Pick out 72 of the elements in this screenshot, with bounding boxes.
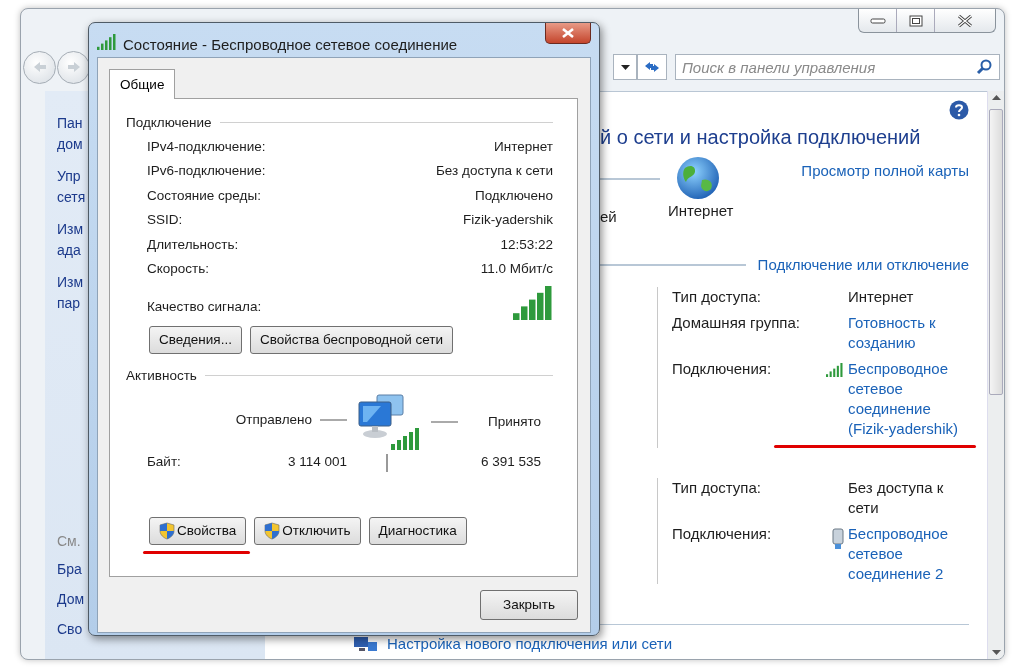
group-heading: Активность: [126, 366, 197, 385]
received-label: Принято: [487, 412, 541, 431]
field-value: Fizik-yadershik: [462, 211, 553, 230]
internet-label: Интернет: [668, 201, 734, 221]
close-icon: [560, 27, 576, 39]
field-label: Качество сигнала:: [147, 298, 262, 317]
dialog-button[interactable]: Диагностика: [368, 516, 467, 545]
field-label: Длительность:: [147, 235, 239, 254]
forward-button[interactable]: [57, 50, 90, 84]
field-label: Подключения:: [672, 523, 773, 544]
tab[interactable]: Общие: [109, 68, 176, 99]
help-icon[interactable]: [949, 100, 969, 120]
field-label: IPv6-подключение:: [147, 162, 266, 181]
back-icon: [32, 61, 47, 73]
see-also-heading: См.: [57, 532, 82, 551]
field-label: Состояние среды:: [147, 186, 261, 205]
signal-icon: [97, 34, 117, 50]
refresh-icon: [643, 60, 661, 74]
field-value: Подключено: [474, 186, 553, 205]
connector-line: [320, 419, 347, 421]
connection-link[interactable]: Беспроводное сетевое соединение 2: [848, 523, 972, 584]
bytes-sent-value: 3 114 001: [287, 453, 347, 471]
network-label: ей: [600, 206, 618, 227]
close-icon: [957, 13, 973, 28]
close-button[interactable]: [545, 23, 591, 44]
map-line: [600, 178, 660, 180]
homegroup-link[interactable]: Готовность к созданию: [848, 312, 972, 353]
setup-link[interactable]: Настройка нового подключения или сети: [387, 632, 673, 655]
field-value: 11.0 Мбит/с: [480, 260, 553, 279]
sent-label: Отправлено: [235, 410, 312, 429]
dialog-button[interactable]: Свойства беспроводной сети: [249, 325, 454, 354]
field-label: Домашняя группа:: [672, 312, 801, 333]
bytes-label: Байт:: [147, 453, 181, 471]
scrollbar[interactable]: [987, 91, 1004, 659]
field-label: IPv4-подключение:: [147, 137, 266, 156]
field-value: Интернет: [848, 286, 914, 307]
dialog-title: Состояние - Беспроводное сетевое соединение: [123, 35, 458, 55]
divider-mark: [386, 454, 388, 472]
search-icon: [976, 59, 992, 75]
computer-icon: [355, 392, 419, 452]
signal-icon: [513, 285, 553, 320]
connect-link[interactable]: Подключение или отключение: [757, 254, 969, 277]
field-label: Скорость:: [147, 260, 210, 279]
field-value: 12:53:22: [500, 235, 553, 254]
maximize-icon: [908, 14, 923, 27]
field-label: SSID:: [147, 211, 183, 230]
connection-link[interactable]: Беспроводное сетевое соединение (Fizik-yadershik): [848, 358, 972, 439]
dropdown-button[interactable]: [613, 54, 637, 80]
search-field[interactable]: Поиск в панели управления: [675, 54, 1000, 80]
refresh-button[interactable]: [637, 54, 667, 80]
field-value: Без доступа к сети: [436, 162, 553, 181]
field-value: Без доступа к сети: [848, 477, 945, 518]
globe-icon: [676, 156, 720, 200]
connector-line: [431, 421, 458, 423]
field-value: Интернет: [494, 137, 553, 156]
signal-icon: [826, 362, 844, 377]
adapter-icon: [832, 527, 844, 550]
dialog-button[interactable]: Сведения...: [149, 325, 242, 354]
page-heading: й о сети и настройка подключений: [600, 125, 922, 150]
field-label: Тип доступа:: [672, 286, 762, 307]
group-heading: Подключение: [126, 113, 212, 132]
scroll-thumb[interactable]: [989, 109, 1003, 395]
dialog-button[interactable]: Свойства: [149, 516, 247, 545]
dialog-button[interactable]: Отключить: [254, 516, 361, 545]
full-map-link[interactable]: Просмотр полной карты: [801, 160, 969, 228]
caret-icon: [620, 64, 630, 70]
close-dialog-button[interactable]: Закрыть: [480, 589, 578, 620]
field-label: Подключения:: [672, 358, 773, 379]
forward-icon: [66, 61, 81, 73]
minimize-icon: [869, 16, 886, 25]
field-label: Тип доступа:: [672, 477, 762, 498]
bytes-received-value: 6 391 535: [480, 454, 541, 469]
